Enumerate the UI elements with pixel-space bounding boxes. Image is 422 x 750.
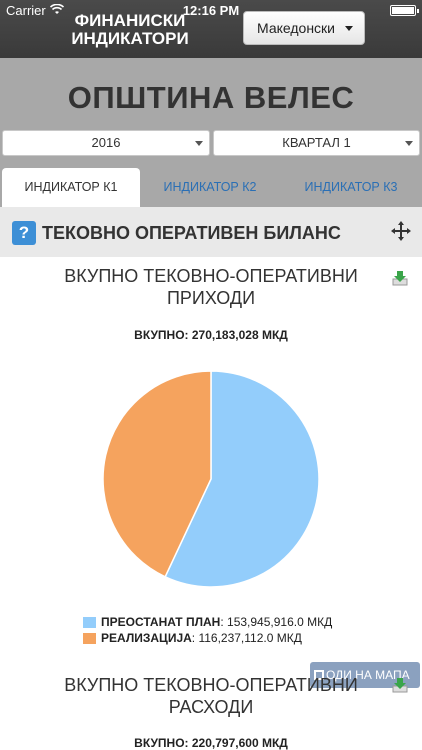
dropdown-arrow-icon [195,141,203,146]
chart-total-revenues: ВКУПНО: 270,183,028 МКД [134,328,288,342]
chart-total-expenditures: ВКУПНО: 220,797,600 МКД [134,736,288,750]
caret-down-icon [345,26,353,31]
year-select[interactable]: 2016 [2,130,210,156]
dropdown-arrow-icon [405,141,413,146]
legend-value: : 153,945,916.0 МКД [220,615,333,629]
help-icon[interactable]: ? [12,221,36,245]
year-value: 2016 [91,135,121,150]
section-header: ? ТЕКОВНО ОПЕРАТИВЕН БИЛАНС [0,207,422,257]
legend-value: : 116,237,112.0 МКД [191,631,302,645]
download-icon[interactable] [392,677,408,693]
chart-title-expenditures: ВКУПНО ТЕКОВНО-ОПЕРАТИВНИ РАСХОДИ [64,675,358,717]
quarter-select[interactable]: КВАРТАЛ 1 [213,130,420,156]
language-label: Македонски [257,20,335,36]
legend-label: РЕАЛИЗАЦИЈА [101,631,192,645]
app-title: ФИНАНИСКИ ИНДИКАТОРИ [71,11,189,48]
tab-indicator-k3[interactable]: ИНДИКАТОР К3 [282,168,420,207]
download-icon[interactable] [392,270,408,286]
legend-swatch [83,633,96,644]
legend-item-realization: РЕАЛИЗАЦИЈА: 116,237,112.0 МКД [83,630,332,646]
language-dropdown-button[interactable]: Македонски [243,11,365,45]
municipality-title: ОПШТИНА ВЕЛЕС [67,80,355,115]
tab-indicator-k1[interactable]: ИНДИКАТОР К1 [2,168,140,207]
legend-label: ПРЕОСТАНАТ ПЛАН [101,615,221,629]
app-header: Carrier 12:16 PM ФИНАНИСКИ ИНДИКАТОРИ Ма… [0,0,422,58]
pie-chart [102,370,320,588]
move-icon[interactable] [390,220,412,242]
section-title: ТЕКОВНО ОПЕРАТИВЕН БИЛАНС [42,223,341,243]
battery-icon [390,5,419,16]
legend-swatch [83,617,96,628]
chart-title-revenues: ВКУПНО ТЕКОВНО-ОПЕРАТИВНИ ПРИХОДИ [64,266,358,308]
chart-legend: ПРЕОСТАНАТ ПЛАН: 153,945,916.0 МКД РЕАЛИ… [83,614,332,646]
tab-indicator-k2[interactable]: ИНДИКАТОР К2 [142,168,278,207]
indicator-tabs: ИНДИКАТОР К1 ИНДИКАТОР К2 ИНДИКАТОР К3 [0,168,422,207]
quarter-value: КВАРТАЛ 1 [282,135,351,150]
legend-item-remaining-plan: ПРЕОСТАНАТ ПЛАН: 153,945,916.0 МКД [83,614,332,630]
